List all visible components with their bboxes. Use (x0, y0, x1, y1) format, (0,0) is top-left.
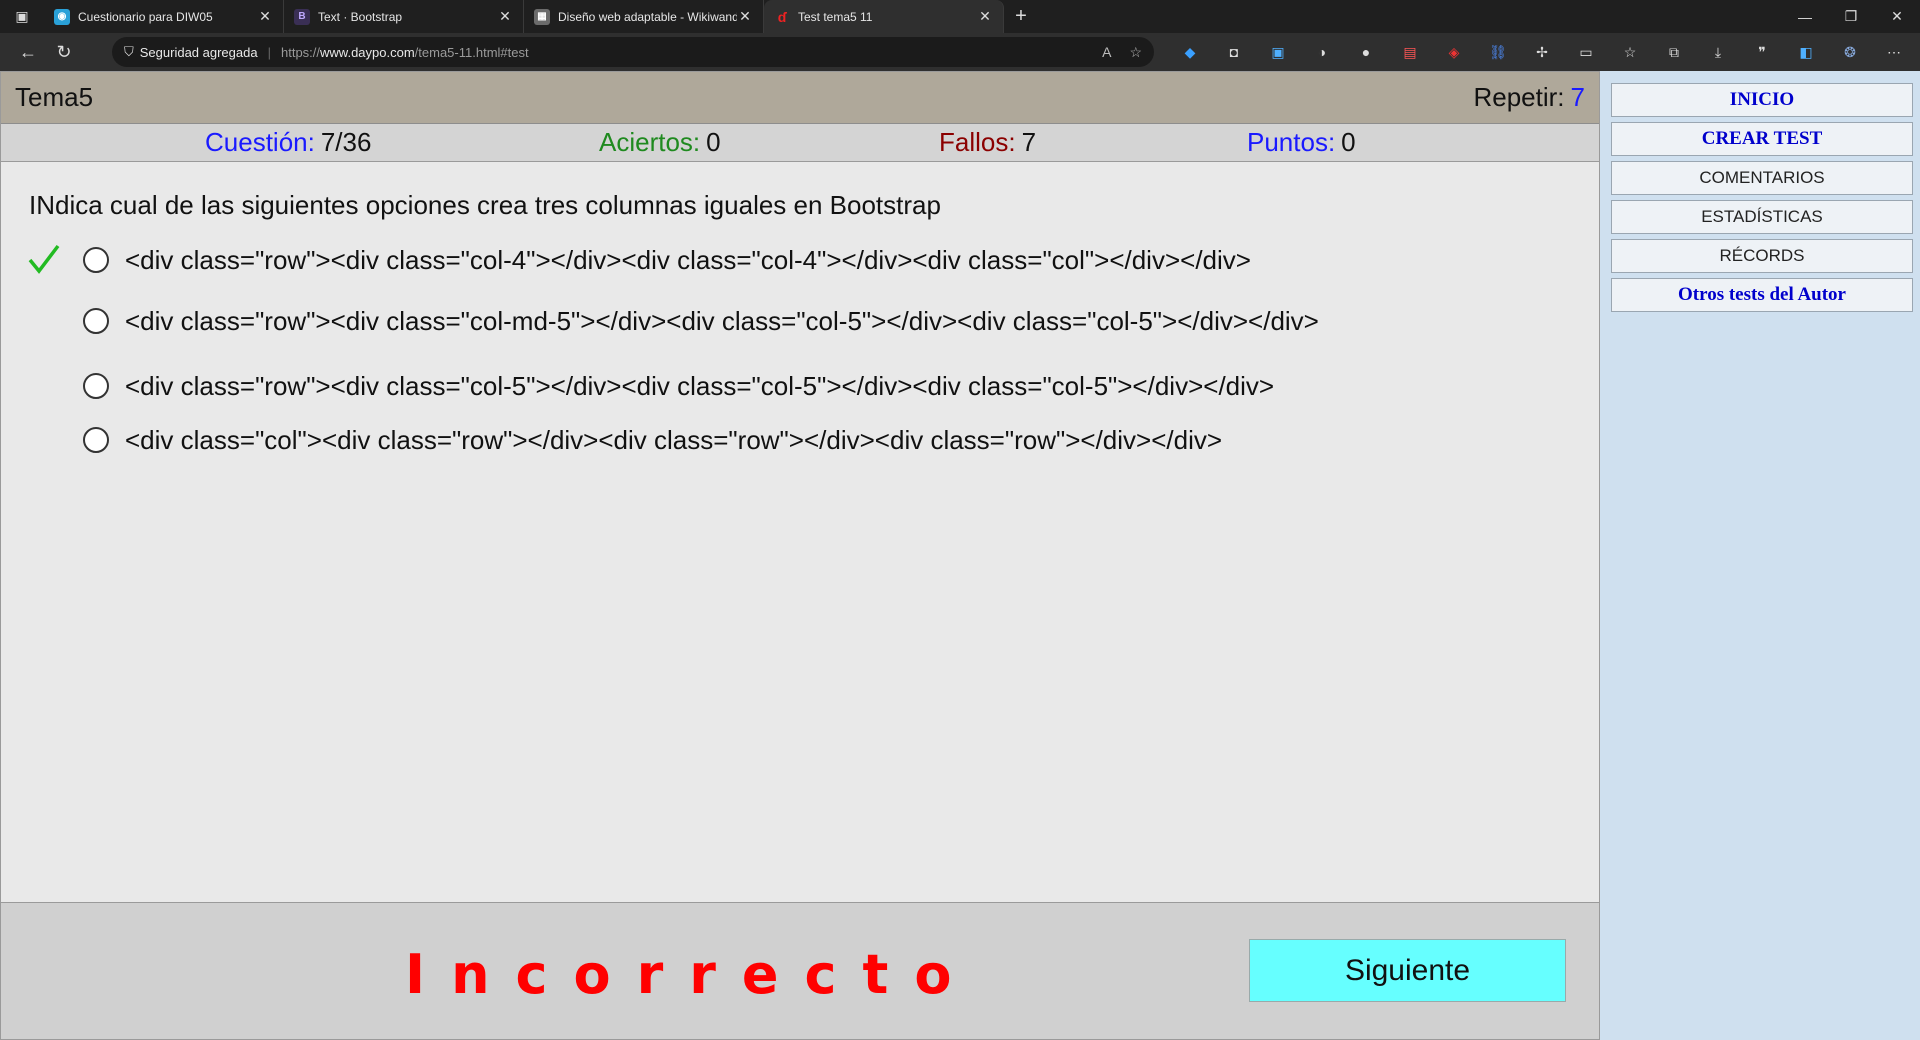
new-tab-icon[interactable]: + (1004, 0, 1038, 33)
stat-question-value: 7/36 (320, 127, 372, 157)
back-icon[interactable]: ← (10, 33, 46, 71)
tab-title: Test tema5 11 (798, 9, 873, 24)
stat-points-value: 0 (1341, 127, 1356, 157)
browser-essentials-icon[interactable]: ◧ (1784, 33, 1828, 71)
address-separator: | (267, 44, 271, 60)
stat-question: Cuestión: 7/36 (205, 127, 371, 158)
quiz-footer: Incorrecto Siguiente (1, 902, 1599, 1039)
extension-user-icon[interactable]: ◑ (1300, 33, 1344, 71)
tab-favicon-icon: B (294, 8, 310, 25)
quiz-header: Tema5 Repetir: 7 (1, 72, 1599, 124)
sidebar-item-crear-test[interactable]: CREAR TEST (1611, 122, 1913, 156)
answer-radio[interactable] (83, 247, 109, 273)
tab-close-icon[interactable]: ✕ (257, 8, 273, 25)
url-text: https://www.daypo.com/tema5-11.html#test (280, 44, 529, 60)
answer-text: <div class="row"><div class="col-4"></di… (125, 244, 1251, 275)
answer-text: <div class="col"><div class="row"></div>… (125, 424, 1223, 455)
sidebar-item-inicio[interactable]: INICIO (1611, 83, 1913, 117)
read-aloud-icon[interactable]: A (1102, 44, 1111, 61)
quiz-title: Tema5 (15, 82, 94, 112)
stat-question-label: Cuestión: (205, 127, 315, 157)
browser-tab-active[interactable]: ɗ Test tema5 11 ✕ (764, 0, 1004, 33)
shield-icon: ⛉ (124, 44, 134, 59)
repeat-counter: Repetir: 7 (1473, 82, 1585, 113)
answer-radio[interactable] (83, 308, 109, 334)
stat-wrong: Fallos: 7 (939, 127, 1036, 158)
sidebar-menu: INICIO CREAR TEST COMENTARIOS ESTADÍSTIC… (1611, 83, 1913, 317)
sidebar-item-otros-tests[interactable]: Otros tests del Autor (1611, 278, 1913, 312)
page-content: Tema5 Repetir: 7 Cuestión: 7/36 Aciertos:… (0, 71, 1920, 1040)
extension-gem-icon[interactable]: ◆ (1168, 33, 1212, 71)
sidebar-item-comentarios[interactable]: COMENTARIOS (1611, 161, 1913, 195)
profile-avatar-icon[interactable]: ❂ (1828, 33, 1872, 71)
more-menu-icon[interactable]: ⋯ (1872, 33, 1916, 71)
reload-icon[interactable]: ↻ (46, 33, 82, 71)
tab-title: Text · Bootstrap (318, 9, 403, 24)
verdict-text: Incorrecto (405, 943, 978, 1006)
sidebar-item-records[interactable]: RÉCORDS (1611, 239, 1913, 273)
extension-link-icon[interactable]: ⛓ (1476, 33, 1520, 71)
security-label: Seguridad agregada (139, 44, 258, 60)
tab-favicon-icon: ◉ (54, 8, 70, 25)
collections-icon[interactable]: ⧉ (1652, 33, 1696, 71)
quiz-panel: Tema5 Repetir: 7 Cuestión: 7/36 Aciertos:… (0, 71, 1600, 1040)
answer-radio[interactable] (83, 427, 109, 453)
stat-points: Puntos: 0 (1247, 127, 1356, 158)
extension-screenshot-icon[interactable]: ▣ (1256, 33, 1300, 71)
answer-option[interactable]: <div class="row"><div class="col-md-5"><… (1, 290, 1601, 352)
extension-camera-icon[interactable]: ◘ (1212, 33, 1256, 71)
answer-text: <div class="row"><div class="col-md-5"><… (125, 305, 1319, 336)
quotes-icon[interactable]: ❞ (1740, 33, 1784, 71)
next-button[interactable]: Siguiente (1249, 939, 1566, 1002)
correct-check-icon (28, 244, 60, 274)
repeat-value: 7 (1570, 82, 1585, 112)
window-controls: — ❐ ✕ (1782, 0, 1920, 33)
answer-text: <div class="row"><div class="col-5"></di… (125, 370, 1275, 401)
favorites-icon[interactable]: ☆ (1608, 33, 1652, 71)
browser-tab[interactable]: ◉ Cuestionario para DIW05 ✕ (44, 0, 284, 33)
address-bar-actions: A ☆ (1102, 44, 1142, 61)
favorite-star-icon[interactable]: ☆ (1129, 44, 1142, 61)
stats-bar: Cuestión: 7/36 Aciertos: 0 Fallos: 7 Pun… (1, 124, 1599, 162)
tab-close-icon[interactable]: ✕ (737, 8, 753, 25)
answer-option[interactable]: <div class="row"><div class="col-5"></di… (1, 366, 1601, 406)
stat-wrong-label: Fallos: (939, 127, 1016, 157)
browser-tab[interactable]: ▦ Diseño web adaptable - Wikiwand ✕ (524, 0, 764, 33)
stat-correct: Aciertos: 0 (599, 127, 721, 158)
browser-toolbar: ← ↻ ⛉ Seguridad agregada | https://www.d… (0, 33, 1920, 71)
answer-option[interactable]: <div class="row"><div class="col-4"></di… (1, 240, 1601, 280)
restore-icon[interactable]: ❐ (1828, 0, 1874, 33)
extension-record-icon[interactable]: ● (1344, 33, 1388, 71)
tab-title: Diseño web adaptable - Wikiwand (558, 9, 737, 24)
browser-tab[interactable]: B Text · Bootstrap ✕ (284, 0, 524, 33)
extension-badge-icon[interactable]: ▤ (1388, 33, 1432, 71)
tab-close-icon[interactable]: ✕ (977, 8, 993, 25)
stat-correct-value: 0 (706, 127, 721, 157)
downloads-icon[interactable]: ⤓ (1696, 33, 1740, 71)
tab-favicon-icon: ɗ (777, 8, 787, 25)
repeat-label: Repetir: (1473, 82, 1565, 112)
extension-ublock-icon[interactable]: ◈ (1432, 33, 1476, 71)
stat-correct-label: Aciertos: (599, 127, 701, 157)
stat-points-label: Puntos: (1247, 127, 1336, 157)
tab-favicon-icon: ▦ (534, 8, 550, 25)
stat-wrong-value: 7 (1021, 127, 1037, 157)
extensions-bar: ◆ ◘ ▣ ◑ ● ▤ ◈ ⛓ ✢ ▭ ☆ ⧉ ⤓ ❞ ◧ ❂ ⋯ (1168, 33, 1916, 71)
browser-tab-bar: ▣ ◉ Cuestionario para DIW05 ✕ B Text · B… (0, 0, 1920, 33)
extensions-puzzle-icon[interactable]: ✢ (1520, 33, 1564, 71)
minimize-icon[interactable]: — (1782, 0, 1828, 33)
split-screen-icon[interactable]: ▭ (1564, 33, 1608, 71)
sidebar-item-estadisticas[interactable]: ESTADÍSTICAS (1611, 200, 1913, 234)
tab-close-icon[interactable]: ✕ (497, 8, 513, 25)
answer-radio[interactable] (83, 373, 109, 399)
address-bar[interactable]: ⛉ Seguridad agregada | https://www.daypo… (112, 37, 1154, 67)
question-text: INdica cual de las siguientes opciones c… (29, 190, 941, 220)
tab-title: Cuestionario para DIW05 (78, 9, 213, 24)
close-window-icon[interactable]: ✕ (1874, 0, 1920, 33)
answer-option[interactable]: <div class="col"><div class="row"></div>… (1, 420, 1601, 460)
tab-actions-icon[interactable]: ▣ (0, 0, 44, 33)
